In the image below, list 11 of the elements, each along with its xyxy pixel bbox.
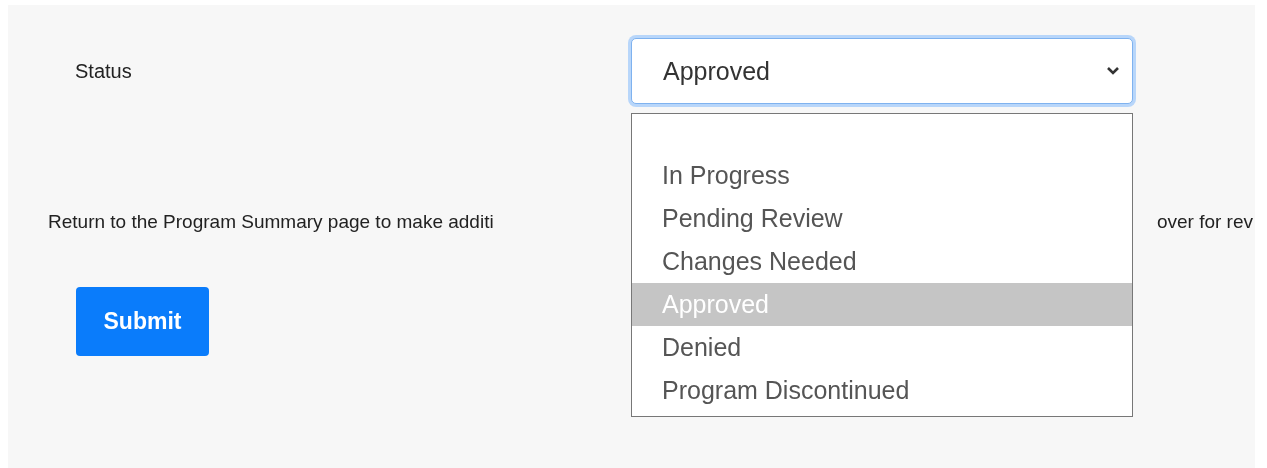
submit-button[interactable]: Submit: [76, 287, 209, 356]
dropdown-option[interactable]: In Progress: [632, 154, 1132, 197]
dropdown-option[interactable]: Changes Needed: [632, 240, 1132, 283]
field-label: Status: [75, 59, 132, 84]
dropdown-option[interactable]: Denied: [632, 326, 1132, 369]
dropdown-option[interactable]: Program Discontinued: [632, 369, 1132, 412]
chevron-down-icon: [1106, 66, 1120, 76]
status-select[interactable]: Approved: [631, 38, 1133, 104]
notice-text: Return to the Program Summary page to make additi: [48, 211, 494, 233]
notice-text: over for rev: [1156, 211, 1253, 233]
dropdown-option[interactable]: Pending Review: [632, 197, 1132, 240]
